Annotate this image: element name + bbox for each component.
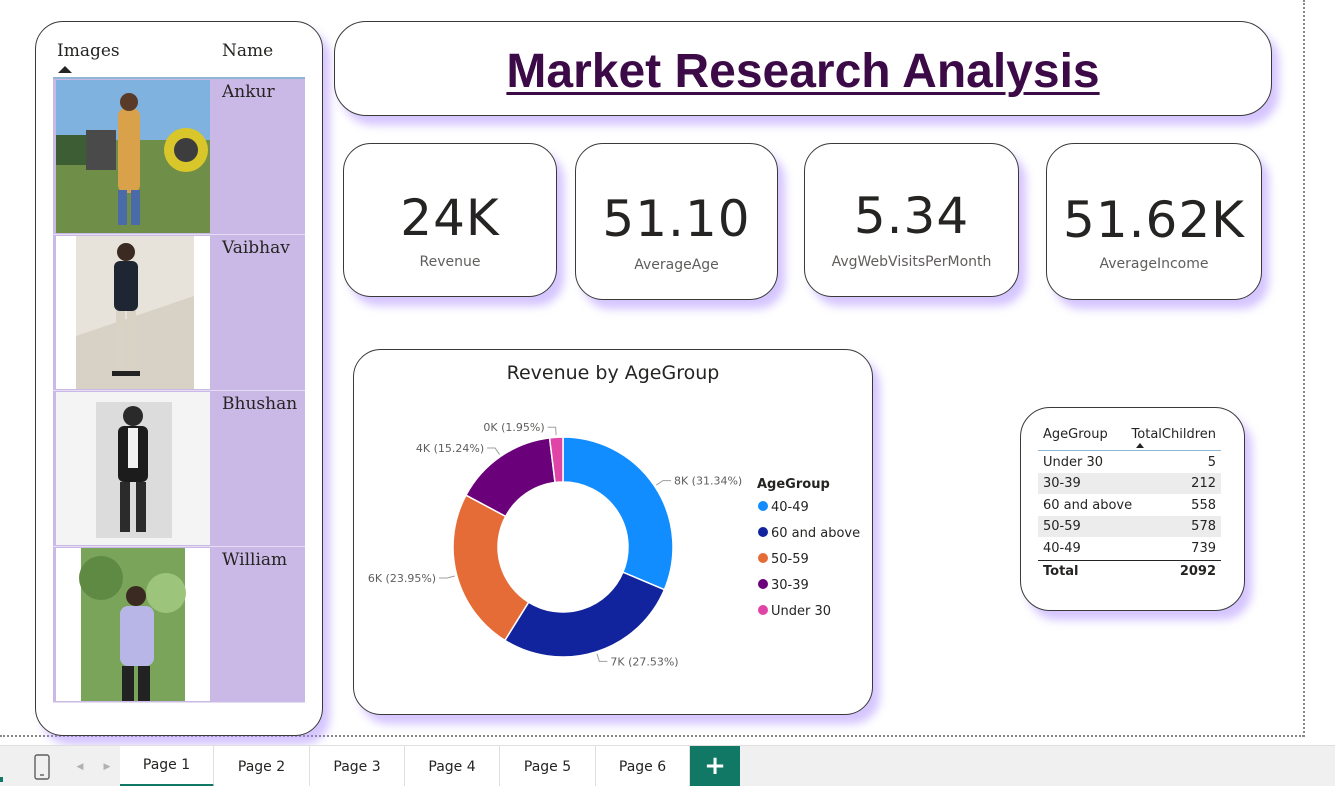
total-value: 2092 — [1179, 564, 1216, 579]
table-row[interactable]: 30-39 212 — [1038, 473, 1221, 494]
tab-page-6[interactable]: Page 6 — [596, 746, 690, 786]
totalchildren-cell: 558 — [1191, 498, 1216, 513]
data-label: 4K (15.24%) — [416, 442, 484, 455]
totalchildren-cell: 739 — [1191, 541, 1216, 556]
agegroup-cell: Under 30 — [1043, 455, 1104, 470]
column-header-totalchildren[interactable]: TotalChildren — [1132, 427, 1216, 442]
people-table-header: Images Name — [53, 39, 305, 79]
page-tab-bar: ◀ ▶ Page 1 Page 2 Page 3 Page 4 Page 5 P… — [0, 745, 1335, 786]
legend-item[interactable]: 60 and above — [771, 526, 860, 541]
table-row[interactable]: Vaibhav — [53, 235, 305, 391]
kpi-value: 51.62K — [1063, 191, 1245, 249]
person-photo — [56, 236, 210, 389]
data-label: 8K (31.34%) — [674, 475, 742, 488]
donut-chart[interactable]: 8K (31.34%) 7K (27.53%) 6K (23.95%) 4K (15.… — [354, 350, 874, 716]
agegroup-children-table: AgeGroup TotalChildren Under 30 5 30-39 … — [1020, 407, 1245, 611]
total-label: Total — [1043, 564, 1079, 579]
revenue-by-agegroup-chart[interactable]: Revenue by AgeGroup 8K (31.34%) 7K (27.53… — [353, 349, 873, 715]
agegroup-cell: 30-39 — [1043, 476, 1081, 491]
table-total-row: Total 2092 — [1038, 560, 1221, 582]
kpi-label: AvgWebVisitsPerMonth — [831, 254, 992, 270]
avg-web-visits-kpi-card[interactable]: 5.34 AvgWebVisitsPerMonth — [804, 143, 1019, 297]
agegroup-cell: 60 and above — [1043, 498, 1133, 513]
totalchildren-cell: 212 — [1191, 476, 1216, 491]
person-photo — [56, 392, 210, 545]
agegroup-table-header: AgeGroup TotalChildren — [1038, 424, 1221, 451]
legend-marker[interactable] — [758, 527, 768, 537]
next-page-icon[interactable]: ▶ — [100, 746, 114, 786]
person-photo — [56, 80, 210, 233]
totalchildren-cell: 5 — [1207, 455, 1216, 470]
title-card: Market Research Analysis — [334, 21, 1272, 116]
table-row[interactable]: Bhushan — [53, 391, 305, 547]
legend-marker[interactable] — [758, 579, 768, 589]
legend-marker[interactable] — [758, 605, 768, 615]
tab-page-3[interactable]: Page 3 — [310, 746, 405, 786]
tab-page-1[interactable]: Page 1 — [120, 746, 214, 786]
person-name: William — [222, 550, 288, 570]
kpi-value: 5.34 — [853, 187, 970, 245]
legend-marker[interactable] — [758, 553, 768, 563]
status-indicator — [0, 777, 3, 782]
column-header-name[interactable]: Name — [222, 41, 273, 61]
donut-slice-50-59[interactable] — [452, 494, 530, 642]
add-page-button[interactable]: + — [690, 746, 740, 786]
legend-item[interactable]: 30-39 — [771, 578, 809, 593]
data-label: 7K (27.53%) — [610, 655, 678, 668]
tab-page-4[interactable]: Page 4 — [405, 746, 500, 786]
legend-item[interactable]: 40-49 — [771, 500, 809, 515]
table-row[interactable]: Ankur — [53, 79, 305, 235]
data-label-leader — [439, 575, 455, 579]
page-title: Market Research Analysis — [506, 45, 1100, 98]
table-row[interactable]: William — [53, 547, 305, 703]
person-photo — [56, 548, 210, 701]
average-age-kpi-card[interactable]: 51.10 AverageAge — [575, 143, 778, 300]
kpi-label: AverageIncome — [1099, 256, 1209, 272]
table-row[interactable]: 60 and above 558 — [1038, 495, 1221, 516]
previous-page-icon[interactable]: ◀ — [73, 746, 87, 786]
mobile-layout-icon[interactable] — [30, 746, 54, 786]
table-row[interactable]: Under 30 5 — [1038, 452, 1221, 473]
sort-ascending-icon[interactable] — [1136, 443, 1144, 448]
tab-page-2[interactable]: Page 2 — [214, 746, 310, 786]
kpi-value: 24K — [400, 189, 500, 247]
data-label-leader — [487, 447, 501, 455]
data-label: 6K (23.95%) — [368, 572, 436, 585]
tab-page-5[interactable]: Page 5 — [500, 746, 596, 786]
agegroup-cell: 50-59 — [1043, 519, 1081, 534]
person-name: Ankur — [222, 82, 275, 102]
data-label-leader — [656, 480, 671, 486]
kpi-label: Revenue — [419, 254, 481, 270]
totalchildren-cell: 578 — [1191, 519, 1216, 534]
person-name: Bhushan — [222, 394, 298, 414]
donut-slice-60-and-above[interactable] — [503, 571, 666, 658]
data-label-leader — [547, 426, 557, 436]
kpi-value: 51.10 — [602, 190, 751, 248]
revenue-kpi-card[interactable]: 24K Revenue — [343, 143, 557, 297]
kpi-label: AverageAge — [634, 257, 719, 273]
table-row[interactable]: 40-49 739 — [1038, 538, 1221, 559]
people-table: Images Name Ankur Vaibhav Bhushan Willia… — [35, 21, 323, 736]
legend-marker[interactable] — [758, 501, 768, 511]
agegroup-cell: 40-49 — [1043, 541, 1081, 556]
legend-item[interactable]: Under 30 — [771, 604, 831, 619]
sort-ascending-icon[interactable] — [58, 66, 72, 73]
legend-item[interactable]: 50-59 — [771, 552, 809, 567]
data-label: 0K (1.95%) — [483, 421, 544, 434]
canvas-boundary-right — [1303, 0, 1305, 737]
column-header-agegroup[interactable]: AgeGroup — [1043, 427, 1108, 442]
table-row[interactable]: 50-59 578 — [1038, 516, 1221, 537]
donut-slice-40-49[interactable] — [562, 436, 674, 591]
person-name: Vaibhav — [222, 238, 290, 258]
data-label-leader — [596, 653, 608, 662]
column-header-images[interactable]: Images — [57, 41, 120, 61]
legend-title: AgeGroup — [757, 477, 830, 492]
average-income-kpi-card[interactable]: 51.62K AverageIncome — [1046, 143, 1262, 300]
